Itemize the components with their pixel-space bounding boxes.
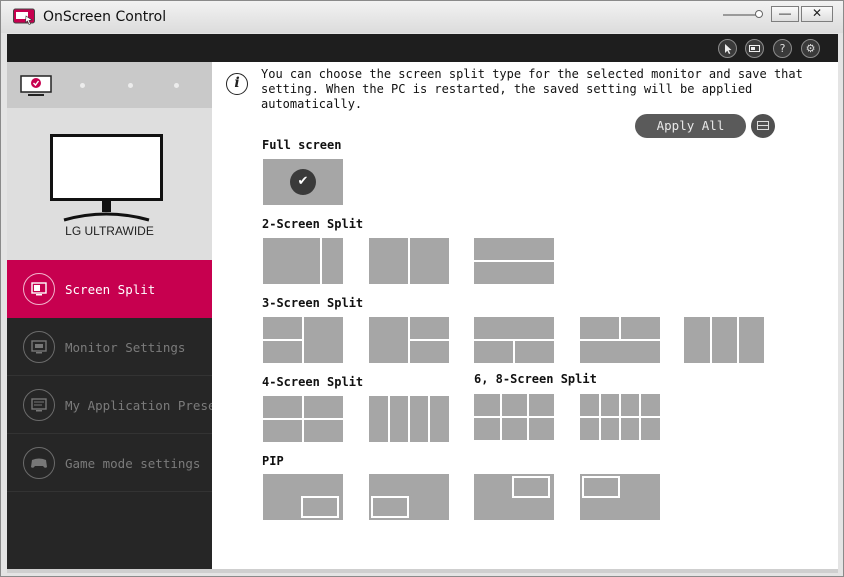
nav-item-my-application-preset[interactable]: My Application Preset xyxy=(7,376,223,434)
split-6-grid[interactable] xyxy=(474,394,554,440)
monitor-name: LG ULTRAWIDE xyxy=(65,224,154,238)
application-preset-icon xyxy=(23,389,55,421)
apply-all-button[interactable]: Apply All xyxy=(635,114,746,138)
pip-top-right[interactable] xyxy=(474,474,554,520)
nav-label: Screen Split xyxy=(65,282,156,297)
slider-knob[interactable] xyxy=(755,10,763,18)
split-3-left-stack[interactable] xyxy=(263,317,343,363)
nav-item-screen-split[interactable]: Screen Split xyxy=(7,260,212,318)
check-icon: ✔ xyxy=(290,169,316,195)
screen-split-icon xyxy=(23,273,55,305)
monitor-tab-dot[interactable] xyxy=(128,83,133,88)
monitor-tab-icon[interactable] xyxy=(20,75,52,97)
monitor-layout-button[interactable] xyxy=(751,114,775,138)
section-3-screen-split: 3-Screen Split xyxy=(262,296,364,310)
pip-top-left[interactable] xyxy=(580,474,660,520)
split-3-top-split[interactable] xyxy=(580,317,660,363)
monitor-tab-dot[interactable] xyxy=(174,83,179,88)
settings-icon[interactable]: ⚙ xyxy=(801,39,820,58)
monitor-preview: LG ULTRAWIDE xyxy=(7,108,212,260)
section-2-screen-split: 2-Screen Split xyxy=(262,217,364,231)
split-2-horizontal[interactable] xyxy=(474,238,554,284)
nav-label: Game mode settings xyxy=(65,456,201,471)
split-2-wide-narrow[interactable] xyxy=(263,238,343,284)
monitor-tabs xyxy=(7,62,212,108)
app-logo-icon xyxy=(13,8,35,25)
pip-bottom-left[interactable] xyxy=(369,474,449,520)
status-bar xyxy=(7,569,838,573)
pip-bottom-right[interactable] xyxy=(263,474,343,520)
nav-label: Monitor Settings xyxy=(65,340,186,355)
display-icon xyxy=(757,121,769,130)
section-full-screen: Full screen xyxy=(262,138,342,152)
split-4-columns[interactable] xyxy=(369,396,449,442)
split-3-bottom-split[interactable] xyxy=(474,317,554,363)
info-icon: i xyxy=(226,73,248,95)
split-3-columns[interactable] xyxy=(684,317,764,363)
close-button[interactable]: ✕ xyxy=(801,6,833,22)
description-text: You can choose the screen split type for… xyxy=(261,67,803,111)
minimize-button[interactable]: — xyxy=(771,6,799,22)
monitor-tab-dot[interactable] xyxy=(80,83,85,88)
monitor-icon xyxy=(50,134,163,222)
split-8-grid[interactable] xyxy=(580,394,660,440)
split-full-screen[interactable]: ✔ xyxy=(263,159,343,205)
title-bar: OnScreen Control — ✕ xyxy=(1,1,843,33)
nav-label: My Application Preset xyxy=(65,398,224,413)
app-window: OnScreen Control — ✕ ? ⚙ LG ULTRAWIDE Sc… xyxy=(0,0,844,577)
help-icon[interactable]: ? xyxy=(773,39,792,58)
main-panel: i You can choose the screen split type f… xyxy=(212,62,838,569)
top-toolbar: ? ⚙ xyxy=(7,34,838,62)
battery-icon[interactable] xyxy=(745,39,764,58)
section-6-8-screen-split: 6, 8-Screen Split xyxy=(474,372,597,386)
opacity-slider[interactable] xyxy=(723,10,763,18)
split-4-grid[interactable] xyxy=(263,396,343,442)
gamepad-icon xyxy=(23,447,55,479)
split-3-right-stack[interactable] xyxy=(369,317,449,363)
nav-item-monitor-settings[interactable]: Monitor Settings xyxy=(7,318,212,376)
nav-item-game-mode-settings[interactable]: Game mode settings xyxy=(7,434,212,492)
window-title: OnScreen Control xyxy=(43,9,167,25)
split-2-vertical[interactable] xyxy=(369,238,449,284)
monitor-settings-icon xyxy=(23,331,55,363)
sidebar: LG ULTRAWIDE Screen Split Monitor Settin… xyxy=(7,62,223,569)
cursor-icon[interactable] xyxy=(718,39,737,58)
slider-track xyxy=(723,14,759,16)
section-4-screen-split: 4-Screen Split xyxy=(262,375,364,389)
section-pip: PIP xyxy=(262,454,284,468)
